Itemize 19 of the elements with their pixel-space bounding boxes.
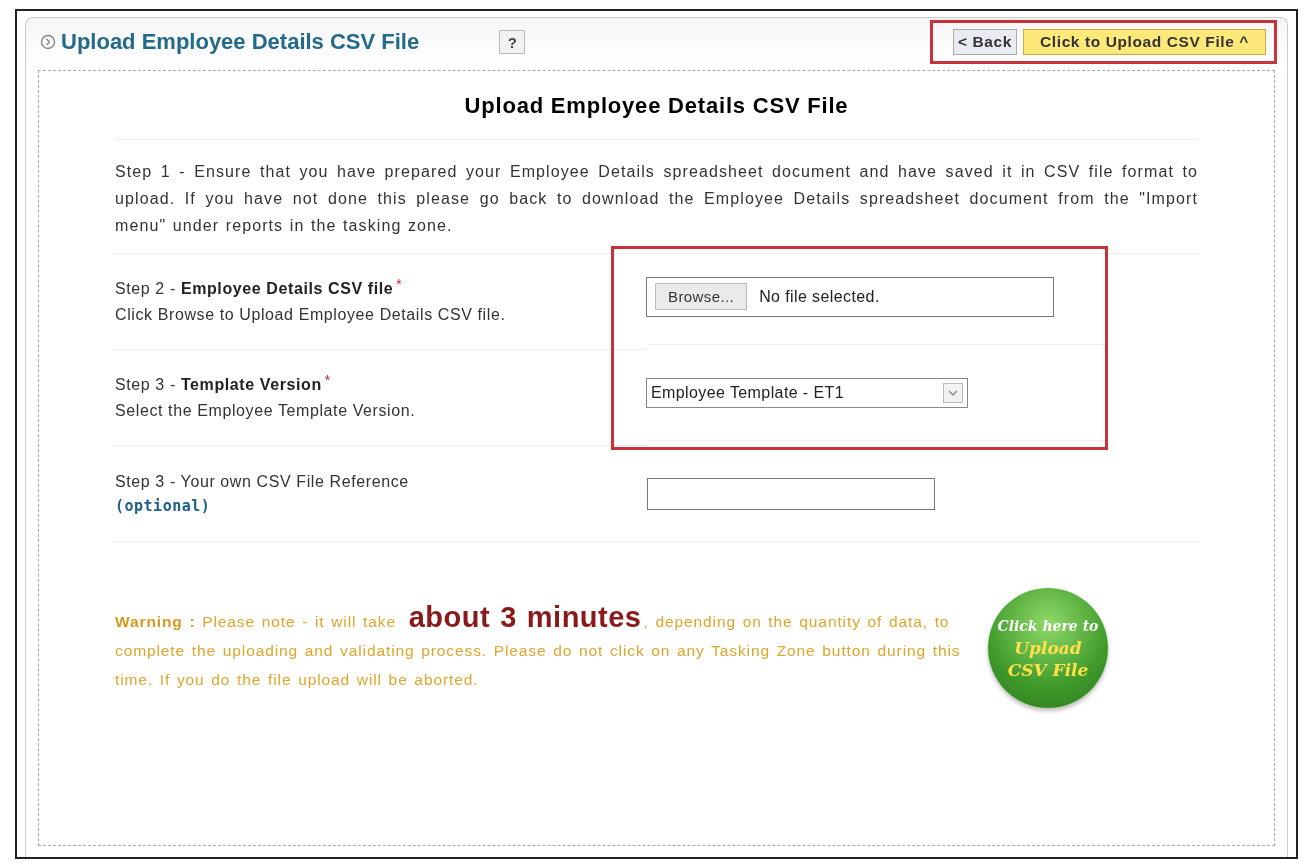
file-status-text: No file selected. xyxy=(759,287,880,306)
instructions-text: Step 1 - Ensure that you have prepared your Employee Details spreadsheet document and have saved it in CSV file format to upload. If you have not done this please go back to download the Employee Details spreadsheet document from the "Import menu" under reports in the tasking zone. xyxy=(115,140,1198,254)
step-label: Step 2 - Employee Details CSV file $^{*}$ xyxy=(115,276,404,299)
step-hint: Click Browse to Upload Employee Details CSV file. xyxy=(115,305,506,325)
back-button[interactable]: < Back xyxy=(953,29,1018,55)
upload-csv-button[interactable]: Click to Upload CSV File ^ xyxy=(1023,29,1266,55)
optional-label: (optional) xyxy=(115,495,212,517)
help-button[interactable]: ? xyxy=(499,30,526,54)
warning-text: Warning : Please note - it will take about 3 minutes, depending on the quantity of data, to complete the uploading and validating process. Please do not click on any Tasking Zone button during this time. If you do the file upload will be aborted. xyxy=(115,602,961,690)
browse-button[interactable]: Browse... xyxy=(655,283,748,310)
template-version-dropdown[interactable]: Employee Template - ET1 xyxy=(646,377,968,408)
form-heading: Upload Employee Details CSV File xyxy=(115,71,1198,140)
dropdown-caret-icon xyxy=(943,382,963,403)
step-hint: Select the Employee Template Version. xyxy=(115,401,416,421)
file-input-field[interactable]: Browse... No file selected. xyxy=(646,276,1054,317)
step-label: Step 3 - Your own CSV File Reference xyxy=(115,471,409,492)
step-label: Step 3 - Template Version $^{*}$ xyxy=(115,372,332,395)
file-reference-input[interactable] xyxy=(647,477,935,510)
panel-title: Upload Employee Details CSV File xyxy=(61,29,420,55)
